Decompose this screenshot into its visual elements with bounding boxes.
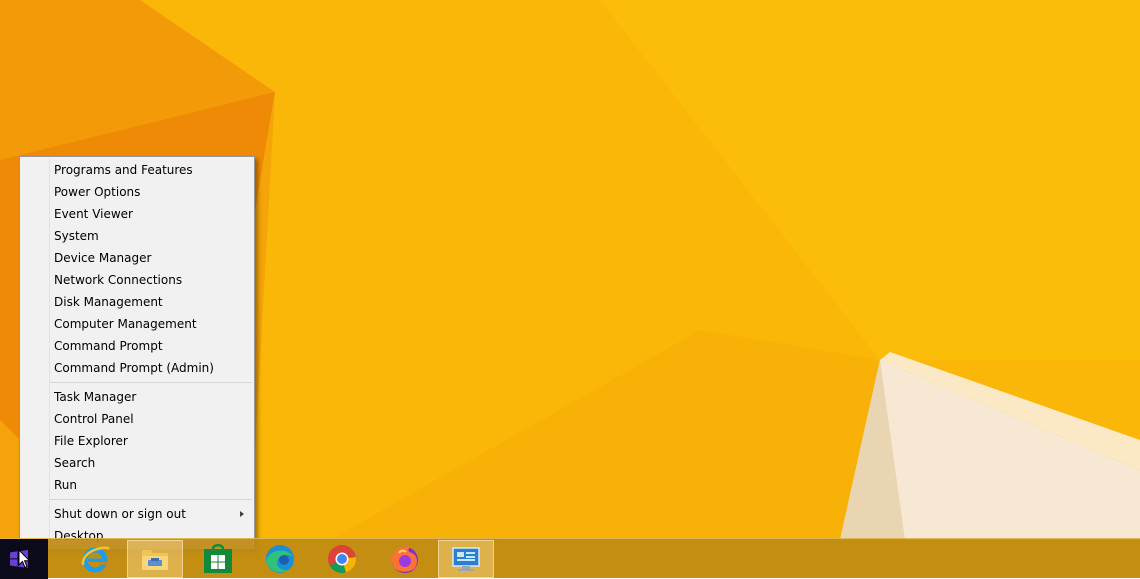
menu-item-command-prompt-admin[interactable]: Command Prompt (Admin): [20, 357, 254, 379]
mouse-cursor-icon: [18, 549, 31, 569]
taskbar-internet-explorer[interactable]: [67, 540, 123, 578]
store-icon: [204, 544, 232, 573]
file-explorer-icon: [142, 550, 168, 570]
taskbar-edge[interactable]: [252, 540, 308, 578]
menu-separator: [50, 499, 252, 500]
menu-item-system[interactable]: System: [20, 225, 254, 247]
desktop[interactable]: Programs and Features Power Options Even…: [0, 0, 1140, 579]
taskbar: [0, 538, 1140, 579]
menu-item-label: Shut down or sign out: [54, 507, 186, 521]
menu-item-event-viewer[interactable]: Event Viewer: [20, 203, 254, 225]
menu-item-shut-down-or-sign-out[interactable]: Shut down or sign out: [20, 503, 254, 525]
menu-item-control-panel[interactable]: Control Panel: [20, 408, 254, 430]
menu-item-power-options[interactable]: Power Options: [20, 181, 254, 203]
menu-item-run[interactable]: Run: [20, 474, 254, 496]
menu-item-device-manager[interactable]: Device Manager: [20, 247, 254, 269]
taskbar-store[interactable]: [190, 540, 246, 578]
start-button[interactable]: [0, 539, 48, 579]
menu-item-computer-management[interactable]: Computer Management: [20, 313, 254, 335]
control-panel-icon: [452, 547, 480, 571]
taskbar-control-panel[interactable]: [438, 540, 494, 578]
menu-separator: [50, 382, 252, 383]
submenu-arrow-icon: [240, 511, 244, 517]
menu-item-command-prompt[interactable]: Command Prompt: [20, 335, 254, 357]
firefox-icon: [392, 546, 418, 573]
internet-explorer-icon: [81, 546, 110, 573]
quick-link-menu: Programs and Features Power Options Even…: [19, 156, 255, 550]
menu-item-network-connections[interactable]: Network Connections: [20, 269, 254, 291]
taskbar-file-explorer[interactable]: [127, 540, 183, 578]
taskbar-chrome[interactable]: [314, 540, 370, 578]
menu-item-programs-and-features[interactable]: Programs and Features: [20, 159, 254, 181]
edge-icon: [266, 545, 294, 573]
menu-item-task-manager[interactable]: Task Manager: [20, 386, 254, 408]
menu-item-search[interactable]: Search: [20, 452, 254, 474]
taskbar-firefox[interactable]: [377, 540, 433, 578]
chrome-icon: [328, 545, 357, 573]
menu-item-disk-management[interactable]: Disk Management: [20, 291, 254, 313]
menu-item-file-explorer[interactable]: File Explorer: [20, 430, 254, 452]
